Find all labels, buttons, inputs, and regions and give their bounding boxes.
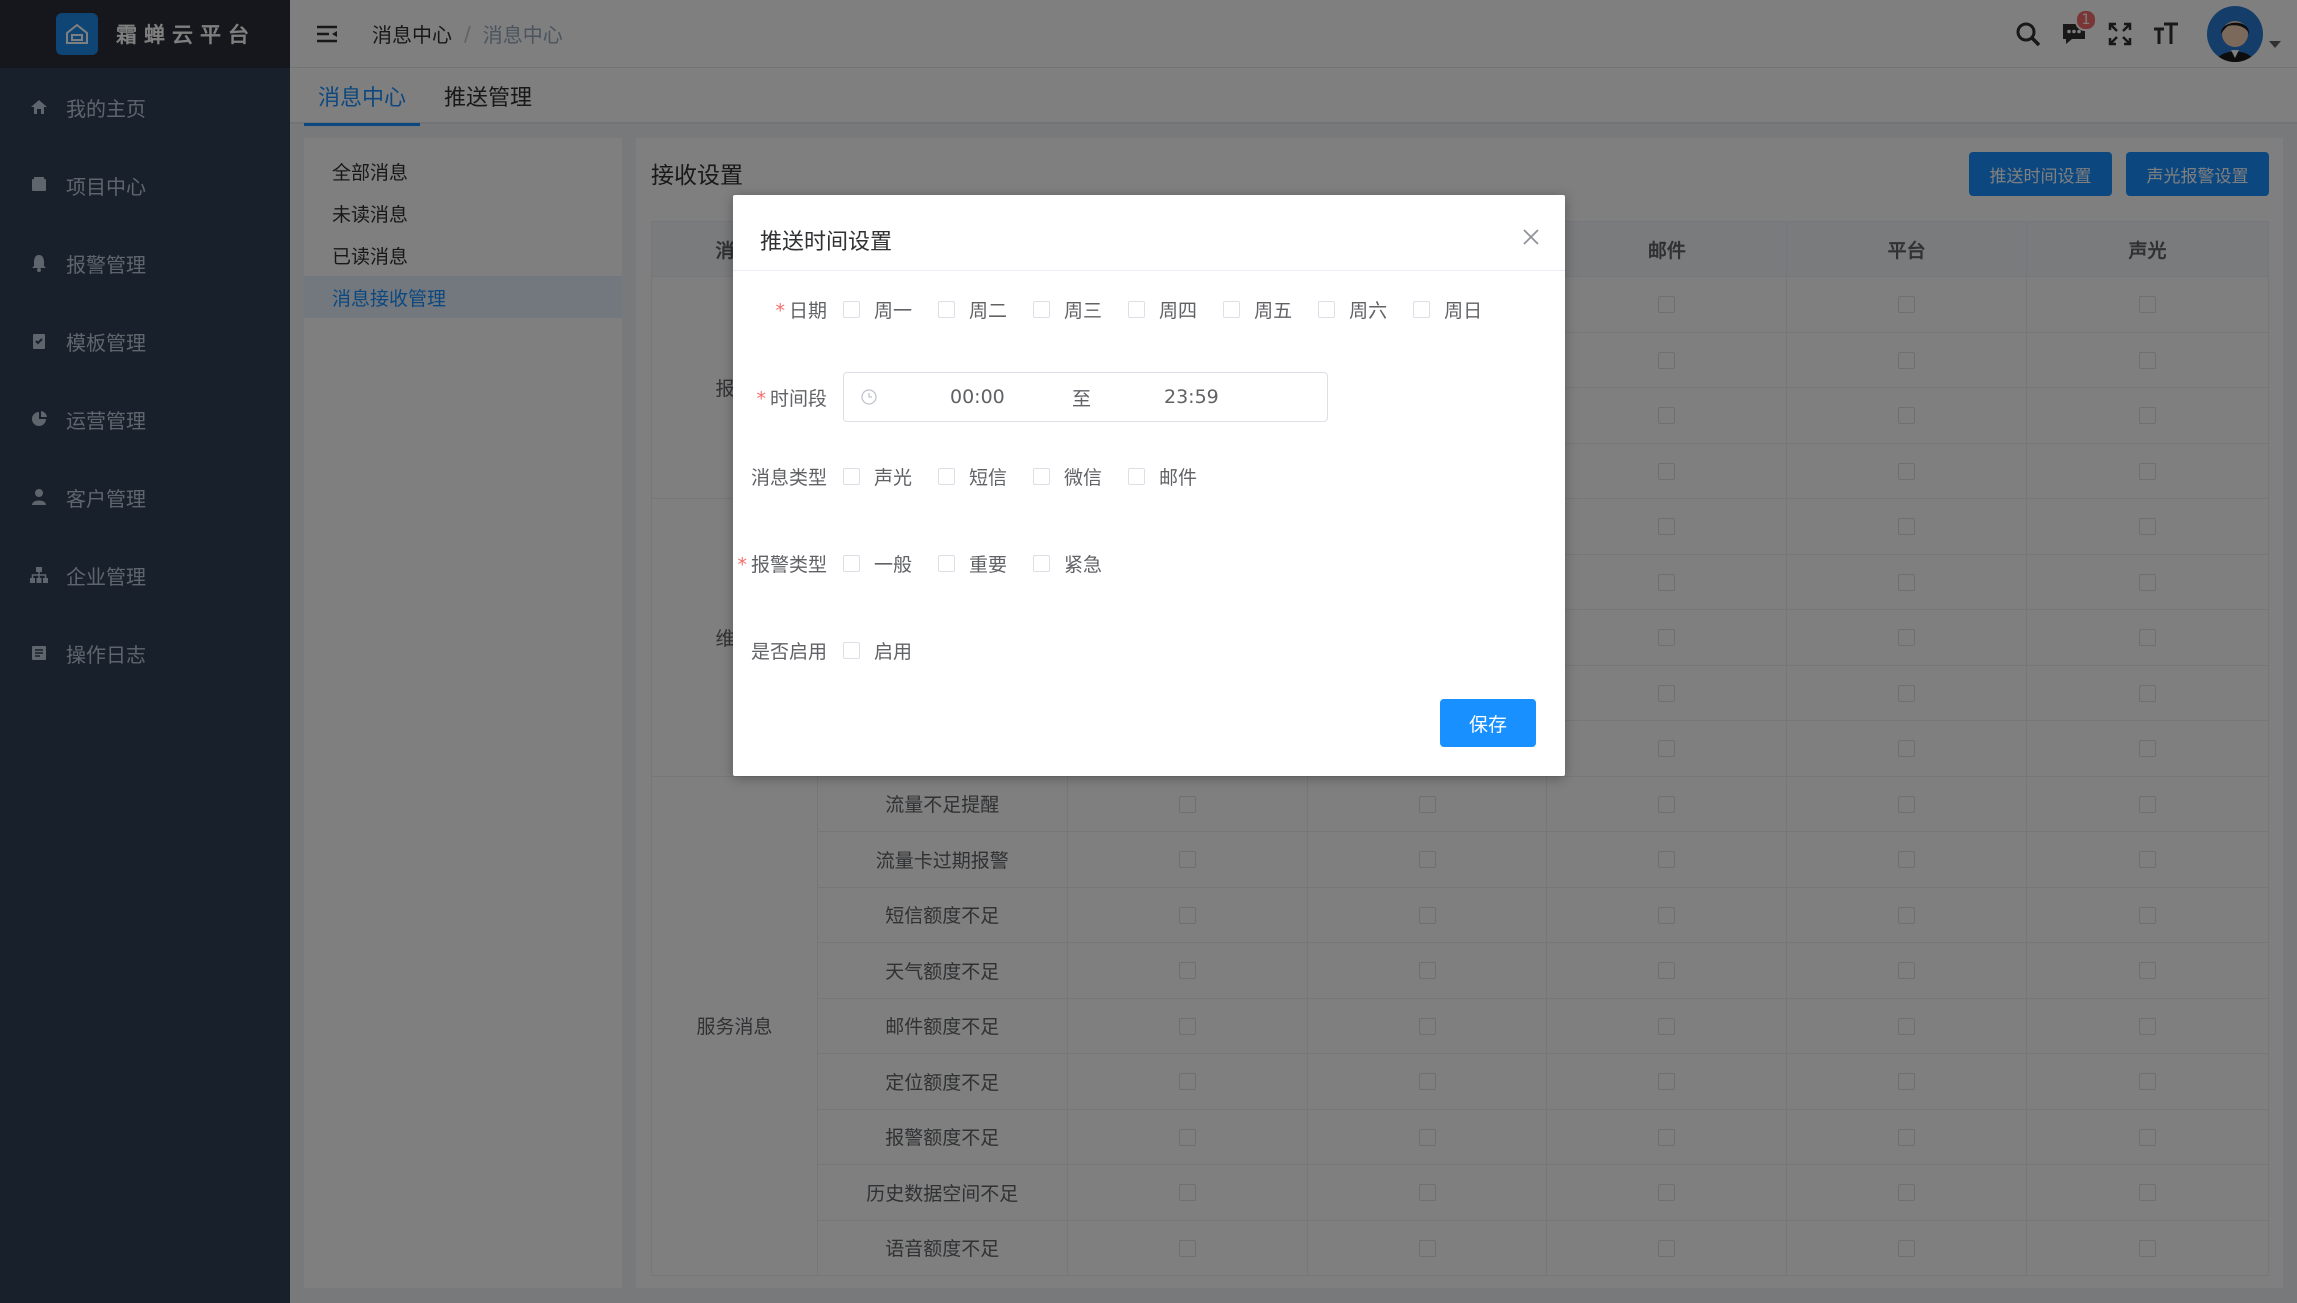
push-time-dialog: 推送时间设置 * 日期 周一 周二 周三 周四 周五 周六 周日 * 时间段 00:… [733, 195, 1565, 776]
date-label: * 日期 [775, 299, 827, 322]
checkbox-box[interactable] [843, 554, 860, 572]
start-time-input[interactable]: 00:00 [950, 386, 1005, 408]
checkbox-box[interactable] [938, 554, 956, 572]
checkbox-box[interactable] [1033, 467, 1051, 485]
checkbox-box[interactable] [938, 467, 956, 485]
range-separator: 至 [1072, 387, 1092, 410]
checkbox-tue[interactable]: 周二 [938, 296, 1007, 323]
date-row: * 日期 周一 周二 周三 周四 周五 周六 周日 [733, 284, 1565, 334]
checkbox-normal[interactable]: 一般 [843, 550, 912, 577]
enable-label: 是否启用 [750, 640, 827, 663]
checkbox-box[interactable] [843, 641, 860, 659]
checkbox-mon[interactable]: 周一 [843, 296, 912, 323]
time-range-row: * 时间段 00:00 至 23:59 [733, 372, 1565, 422]
close-icon[interactable] [1521, 227, 1541, 247]
checkbox-email[interactable]: 邮件 [1128, 463, 1197, 490]
checkbox-box[interactable] [1128, 300, 1146, 318]
checkbox-fri[interactable]: 周五 [1223, 296, 1292, 323]
message-type-row: 消息类型 声光 短信 微信 邮件 [733, 451, 1565, 501]
checkbox-box[interactable] [1033, 554, 1051, 572]
checkbox-box[interactable] [1413, 300, 1431, 318]
checkbox-important[interactable]: 重要 [938, 550, 1007, 577]
checkbox-urgent[interactable]: 紧急 [1033, 550, 1102, 577]
checkbox-box[interactable] [938, 300, 956, 318]
checkbox-wed[interactable]: 周三 [1033, 296, 1102, 323]
checkbox-sun[interactable]: 周日 [1413, 296, 1482, 323]
message-type-label: 消息类型 [750, 466, 827, 489]
checkbox-box[interactable] [1318, 300, 1336, 318]
checkbox-box[interactable] [1033, 300, 1051, 318]
checkbox-sat[interactable]: 周六 [1318, 296, 1387, 323]
checkbox-box[interactable] [843, 300, 860, 318]
checkbox-thu[interactable]: 周四 [1128, 296, 1197, 323]
checkbox-sound-light[interactable]: 声光 [843, 463, 912, 490]
checkbox-enable[interactable]: 启用 [843, 637, 912, 664]
end-time-input[interactable]: 23:59 [1164, 386, 1219, 408]
time-range-picker[interactable]: 00:00 至 23:59 [843, 372, 1328, 422]
save-button[interactable]: 保存 [1440, 699, 1536, 747]
dialog-title: 推送时间设置 [760, 230, 893, 255]
checkbox-sms[interactable]: 短信 [938, 463, 1007, 490]
dialog-divider [733, 270, 1565, 271]
checkbox-box[interactable] [843, 467, 860, 485]
checkbox-wechat[interactable]: 微信 [1033, 463, 1102, 490]
checkbox-box[interactable] [1223, 300, 1241, 318]
enable-row: 是否启用 启用 [733, 625, 1565, 675]
checkbox-box[interactable] [1128, 467, 1146, 485]
alarm-type-row: * 报警类型 一般 重要 紧急 [733, 538, 1565, 588]
time-range-label: * 时间段 [756, 387, 827, 410]
alarm-type-label: * 报警类型 [737, 553, 827, 576]
clock-icon [860, 388, 878, 411]
